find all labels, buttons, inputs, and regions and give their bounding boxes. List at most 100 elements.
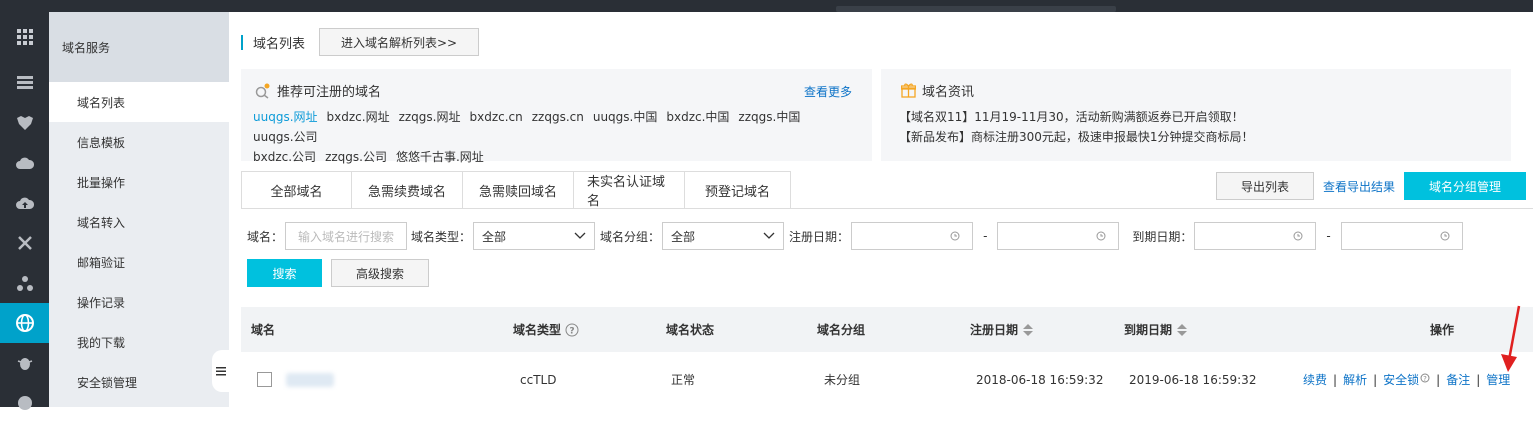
- col-type: 域名类型 ?: [513, 307, 579, 352]
- expire-date-end-input[interactable]: [1340, 222, 1463, 250]
- search-domain-icon: [255, 83, 270, 99]
- security-lock-link[interactable]: 安全锁: [1383, 371, 1419, 388]
- filter-row: 域名： 输入域名进行搜索 域名类型： 全部 域名分组： 全部 注册日期： - 到…: [241, 222, 1463, 250]
- renew-link[interactable]: 续费: [1303, 371, 1327, 388]
- view-more-link[interactable]: 查看更多: [804, 83, 852, 100]
- reg-date-start-input[interactable]: [851, 222, 974, 250]
- news-item[interactable]: 【新品发布】商标注册300元起，极速申报最快1分钟提交商标局！: [899, 127, 1254, 147]
- sidebar-item-batch-operations[interactable]: 批量操作: [49, 162, 229, 202]
- page-title-row: 域名列表 进入域名解析列表>>: [241, 28, 480, 56]
- redacted-domain[interactable]: [286, 372, 334, 387]
- chevron-down-icon: [574, 232, 586, 239]
- col-reg-date[interactable]: 注册日期: [970, 307, 1034, 352]
- svg-text:?: ?: [1423, 375, 1427, 383]
- reg-date-label: 注册日期：: [789, 229, 850, 244]
- group-manage-button[interactable]: 域名分组管理: [1404, 172, 1526, 200]
- expire-date-start-input[interactable]: [1194, 222, 1317, 250]
- reg-date-end-input[interactable]: [997, 222, 1120, 250]
- recommended-domain[interactable]: bxdzc.cn: [469, 110, 522, 124]
- clock-icon: [1293, 231, 1303, 241]
- col-expire-date[interactable]: 到期日期: [1124, 307, 1188, 352]
- recommended-domain[interactable]: uuqgs.网址: [253, 110, 318, 124]
- domain-filter-label: 域名：: [247, 229, 284, 244]
- row-group: 未分组: [824, 373, 861, 387]
- recommended-domain[interactable]: zzqgs.中国: [738, 110, 800, 124]
- sidebar-item-email-verification[interactable]: 邮箱验证: [49, 242, 229, 282]
- type-select[interactable]: 全部: [473, 222, 596, 250]
- chevron-down-icon: [763, 232, 775, 239]
- server-icon[interactable]: [0, 64, 49, 102]
- clock-icon: [1440, 231, 1450, 241]
- sidebar-item-security-lock[interactable]: 安全锁管理: [49, 362, 229, 402]
- grid-icon[interactable]: [0, 18, 49, 56]
- cloud-upload-icon[interactable]: [0, 184, 49, 222]
- title-accent-bar: [241, 34, 243, 50]
- recommend-card: 推荐可注册的域名 查看更多 uuqgs.网址 bxdzc.网址 zzqgs.网址 bx…: [241, 69, 872, 164]
- bug-icon[interactable]: [0, 344, 49, 382]
- shield-icon[interactable]: [0, 104, 49, 142]
- sidebar-item-my-downloads[interactable]: 我的下载: [49, 322, 229, 362]
- svg-text:?: ?: [569, 326, 574, 336]
- recommended-domain[interactable]: uuqgs.公司: [253, 130, 318, 144]
- service-title: 域名服务: [49, 12, 229, 82]
- sub-navigation: 域名服务 域名列表 信息模板 批量操作 域名转入 邮箱验证 操作记录 我的下载 …: [49, 12, 229, 407]
- group-filter-label: 域名分组：: [600, 229, 661, 244]
- domain-search-input[interactable]: 输入域名进行搜索: [285, 222, 408, 250]
- recommended-domain[interactable]: zzqgs.公司: [325, 150, 387, 164]
- tab-pre-registered[interactable]: 预登记域名: [685, 171, 791, 209]
- globe-icon[interactable]: [0, 303, 49, 343]
- resolve-link[interactable]: 解析: [1343, 371, 1367, 388]
- parse-list-button[interactable]: 进入域名解析列表>>: [319, 28, 480, 56]
- cloud-icon[interactable]: [0, 144, 49, 182]
- tab-redeem-urgent[interactable]: 急需赎回域名: [463, 171, 574, 209]
- recommended-domain[interactable]: bxdzc.中国: [666, 110, 729, 124]
- news-item[interactable]: 【域名双11】11月19-11月30，活动新购满额返券已开启领取！: [899, 107, 1254, 127]
- note-link[interactable]: 备注: [1446, 371, 1470, 388]
- row-expire-date: 2019-06-18 16:59:32: [1129, 372, 1257, 387]
- cluster-icon[interactable]: [0, 264, 49, 302]
- collapse-sidebar-handle[interactable]: [212, 350, 229, 392]
- red-arrow-annotation: [1501, 305, 1521, 372]
- group-select[interactable]: 全部: [662, 222, 785, 250]
- advanced-search-button[interactable]: 高级搜索: [331, 259, 429, 287]
- news-header: 域名资讯: [901, 81, 974, 100]
- news-title: 域名资讯: [922, 85, 975, 100]
- row-reg-date: 2018-06-18 16:59:32: [976, 372, 1104, 387]
- circle-icon[interactable]: [0, 384, 49, 422]
- sidebar-item-domain-list[interactable]: 域名列表: [49, 82, 229, 122]
- help-icon: ?: [1420, 373, 1430, 383]
- search-button[interactable]: 搜索: [247, 259, 322, 287]
- view-export-results-link[interactable]: 查看导出结果: [1323, 178, 1395, 195]
- recommended-domain[interactable]: zzqgs.cn: [532, 110, 584, 124]
- recommend-title: 推荐可注册的域名: [277, 85, 382, 100]
- table-header: 域名 域名类型 ? 域名状态 域名分组 注册日期 到期日期 操作: [241, 307, 1533, 352]
- sidebar-item-info-template[interactable]: 信息模板: [49, 122, 229, 162]
- tab-renewal-urgent[interactable]: 急需续费域名: [352, 171, 463, 209]
- expire-date-label: 到期日期：: [1132, 229, 1193, 244]
- sidebar-item-operation-log[interactable]: 操作记录: [49, 282, 229, 322]
- news-card: 域名资讯 【域名双11】11月19-11月30，活动新购满额返券已开启领取！ 【…: [881, 69, 1511, 161]
- sidebar-item-domain-transfer[interactable]: 域名转入: [49, 202, 229, 242]
- main-content: 域名列表 进入域名解析列表>> 推荐可注册的域名 查看更多 uuqgs.网址 bx…: [229, 12, 1533, 407]
- icon-rail: [0, 12, 49, 410]
- row-status: 正常: [671, 373, 696, 387]
- gift-icon: [901, 83, 916, 98]
- clock-icon: [950, 231, 960, 241]
- tab-unverified[interactable]: 未实名认证域名: [574, 171, 685, 209]
- export-list-button[interactable]: 导出列表: [1216, 172, 1314, 200]
- tab-all-domains[interactable]: 全部域名: [241, 171, 352, 209]
- recommended-domain[interactable]: zzqgs.网址: [399, 110, 461, 124]
- recommended-domain[interactable]: 悠悠千古事.网址: [396, 150, 484, 164]
- recommended-domain[interactable]: bxdzc.网址: [327, 110, 390, 124]
- recommended-domain[interactable]: uuqgs.中国: [593, 110, 658, 124]
- recommended-domain[interactable]: bxdzc.公司: [253, 150, 316, 164]
- sort-icon: [1023, 323, 1034, 336]
- row-checkbox-cell: [257, 352, 334, 407]
- date-range-dash: -: [1326, 229, 1331, 243]
- row-checkbox[interactable]: [257, 372, 272, 387]
- date-range-dash: -: [983, 229, 988, 243]
- network-icon[interactable]: [0, 224, 49, 262]
- sort-icon: [1177, 323, 1188, 336]
- table-row: ccTLD 正常 未分组 2018-06-18 16:59:32 2019-06…: [241, 352, 1533, 407]
- menu-collapse-icon: [215, 367, 226, 376]
